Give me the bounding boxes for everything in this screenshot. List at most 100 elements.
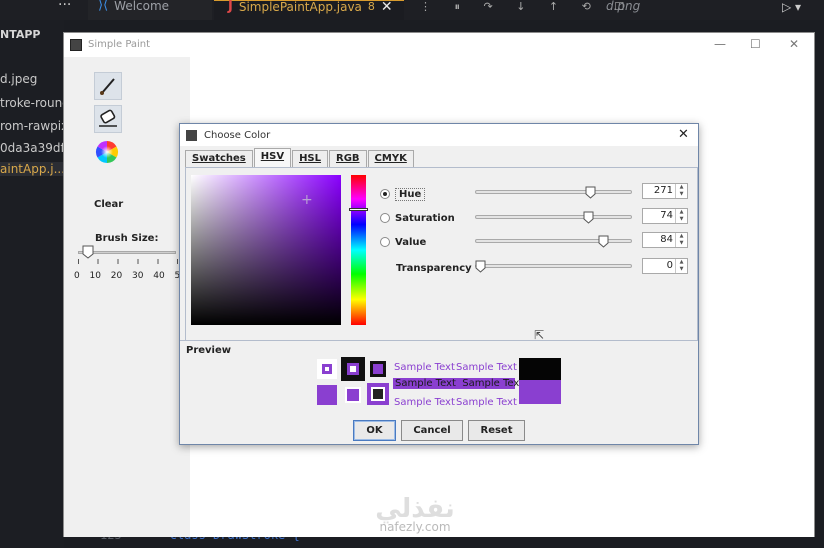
reset-button[interactable]: Reset — [468, 420, 525, 441]
close-icon[interactable]: ✕ — [789, 37, 799, 51]
choose-color-dialog: Choose Color ✕ Swatches HSV HSL RGB CMYK… — [179, 123, 699, 445]
debug-toolbar[interactable]: ⋮ ⏸ ↷ ↓ ↑ ⟲ ☐ — [420, 0, 634, 14]
saturation-value: 74 — [660, 210, 673, 221]
brush-size-label: Brush Size: — [95, 233, 159, 244]
file-item[interactable]: troke-round — [0, 96, 70, 110]
explorer-sidebar: NTAPP d.jpeg troke-round rom-rawpix 0da3… — [0, 20, 72, 548]
tab-simplepaintapp[interactable]: J SimplePaintApp.java 8 ✕ — [214, 0, 404, 20]
tick-label: 40 — [153, 271, 165, 281]
slider-ticks — [78, 259, 178, 264]
hue-strip-marker[interactable] — [349, 208, 368, 211]
preview-label: Preview — [186, 345, 232, 356]
tool-panel: Clear Brush Size: 0 10 20 30 40 50 — [64, 57, 190, 537]
window-title: Simple Paint — [88, 39, 151, 50]
mouse-cursor-icon: ⇱ — [534, 328, 545, 342]
tab-cmyk[interactable]: CMYK — [367, 150, 414, 167]
run-icon[interactable]: ▷ ▾ — [782, 0, 801, 14]
file-item[interactable]: rom-rawpix — [0, 119, 68, 133]
eraser-tool-button[interactable] — [94, 105, 122, 133]
hue-slider[interactable] — [475, 190, 632, 194]
java-app-icon — [70, 39, 82, 51]
tick-label: 20 — [110, 271, 123, 281]
maximize-icon[interactable]: ☐ — [750, 37, 761, 51]
spinner-arrows-icon[interactable]: ▲ ▼ — [675, 259, 687, 273]
tab-welcome[interactable]: ⟩⟨ Welcome — [88, 0, 212, 20]
tab-swatches[interactable]: Swatches — [185, 150, 253, 167]
transparency-label: Transparency — [396, 263, 472, 274]
saturation-spinner[interactable]: 74 ▲ ▼ — [642, 208, 688, 224]
preview-color-selected — [519, 380, 561, 404]
crosshair-icon: + — [301, 192, 313, 208]
saturation-slider-thumb[interactable] — [583, 209, 594, 224]
tab-hsl[interactable]: HSL — [292, 150, 329, 167]
color-tabs: Swatches HSV HSL RGB CMYK — [185, 148, 415, 167]
value-radio[interactable] — [380, 237, 390, 247]
window-title-bar: Simple Paint — ☐ ✕ — [64, 33, 814, 57]
tab-label: Welcome — [114, 0, 170, 13]
sample-text-highlighted: Sample Text Sample Text — [393, 378, 523, 389]
color-wheel-icon — [94, 139, 120, 165]
spinner-arrows-icon[interactable]: ▲ ▼ — [675, 184, 687, 198]
transparency-value: 0 — [666, 260, 673, 271]
ok-button[interactable]: OK — [353, 420, 396, 441]
brush-tool-button[interactable] — [94, 72, 122, 100]
file-item[interactable]: d.jpeg — [0, 72, 37, 86]
java-file-icon: J — [228, 0, 233, 14]
tick-label: 0 — [74, 271, 80, 281]
slider-tick-labels: 0 10 20 30 40 50 — [74, 271, 186, 281]
clear-button[interactable]: Clear — [94, 199, 123, 210]
dialog-title-bar: Choose Color ✕ — [180, 124, 698, 146]
saturation-value-area[interactable]: + — [191, 175, 341, 325]
minimize-icon[interactable]: — — [714, 37, 726, 51]
preview-color-black — [519, 358, 561, 380]
transparency-slider-thumb[interactable] — [475, 258, 486, 273]
value-value: 84 — [660, 234, 673, 245]
spinner-arrows-icon[interactable]: ▲ ▼ — [675, 233, 687, 247]
value-slider-thumb[interactable] — [598, 233, 609, 248]
editor-tab-bar: ··· ⟩⟨ Welcome J SimplePaintApp.java 8 ✕… — [0, 0, 824, 20]
preview-swatch — [345, 387, 361, 403]
sample-text: Sample Text — [394, 362, 455, 373]
hsv-panel: + Hue 271 ▲ ▼ Saturation 74 ▲ ▼ Value 84… — [185, 167, 698, 341]
preview-swatch — [341, 357, 365, 381]
preview-swatch — [317, 359, 337, 379]
close-icon[interactable]: ✕ — [678, 127, 689, 142]
saturation-label: Saturation — [395, 213, 455, 224]
eraser-icon — [95, 106, 121, 132]
file-item-selected[interactable]: aintApp.j... — [0, 162, 70, 176]
dialog-title: Choose Color — [204, 130, 271, 141]
tab-label: d.png — [606, 0, 641, 13]
tab-image[interactable]: d.png — [606, 0, 666, 20]
file-item[interactable]: 0da3a39df6 — [0, 141, 72, 155]
transparency-spinner[interactable]: 0 ▲ ▼ — [642, 258, 688, 274]
problems-badge: 8 — [367, 0, 375, 13]
tick-label: 30 — [132, 271, 144, 281]
tick-label: 10 — [89, 271, 101, 281]
preview-swatch — [317, 385, 337, 405]
watermark-arabic: نفذلي — [375, 494, 455, 524]
hue-strip[interactable] — [351, 175, 366, 325]
saturation-radio[interactable] — [380, 213, 390, 223]
transparency-slider[interactable] — [475, 264, 632, 268]
watermark: نفذلي nafezly.com — [340, 494, 490, 534]
hue-slider-thumb[interactable] — [585, 184, 596, 199]
brush-icon — [95, 73, 121, 99]
tab-hsv[interactable]: HSV — [253, 148, 292, 167]
color-picker-button[interactable] — [94, 139, 122, 167]
cancel-button[interactable]: Cancel — [401, 420, 463, 441]
saturation-slider[interactable] — [475, 215, 632, 219]
hue-radio[interactable] — [380, 189, 390, 199]
more-icon[interactable]: ··· — [58, 0, 71, 12]
preview-swatch — [367, 383, 389, 405]
tab-rgb[interactable]: RGB — [329, 150, 367, 167]
sample-text: Sample Text — [394, 397, 455, 408]
preview-divider — [180, 340, 698, 341]
value-spinner[interactable]: 84 ▲ ▼ — [642, 232, 688, 248]
close-icon[interactable]: ✕ — [381, 0, 393, 14]
hue-spinner[interactable]: 271 ▲ ▼ — [642, 183, 688, 199]
brush-size-slider-thumb[interactable] — [82, 244, 94, 259]
vscode-icon: ⟩⟨ — [98, 0, 109, 13]
spinner-arrows-icon[interactable]: ▲ ▼ — [675, 209, 687, 223]
explorer-title: NTAPP — [0, 28, 41, 41]
tab-label: SimplePaintApp.java — [238, 0, 362, 14]
